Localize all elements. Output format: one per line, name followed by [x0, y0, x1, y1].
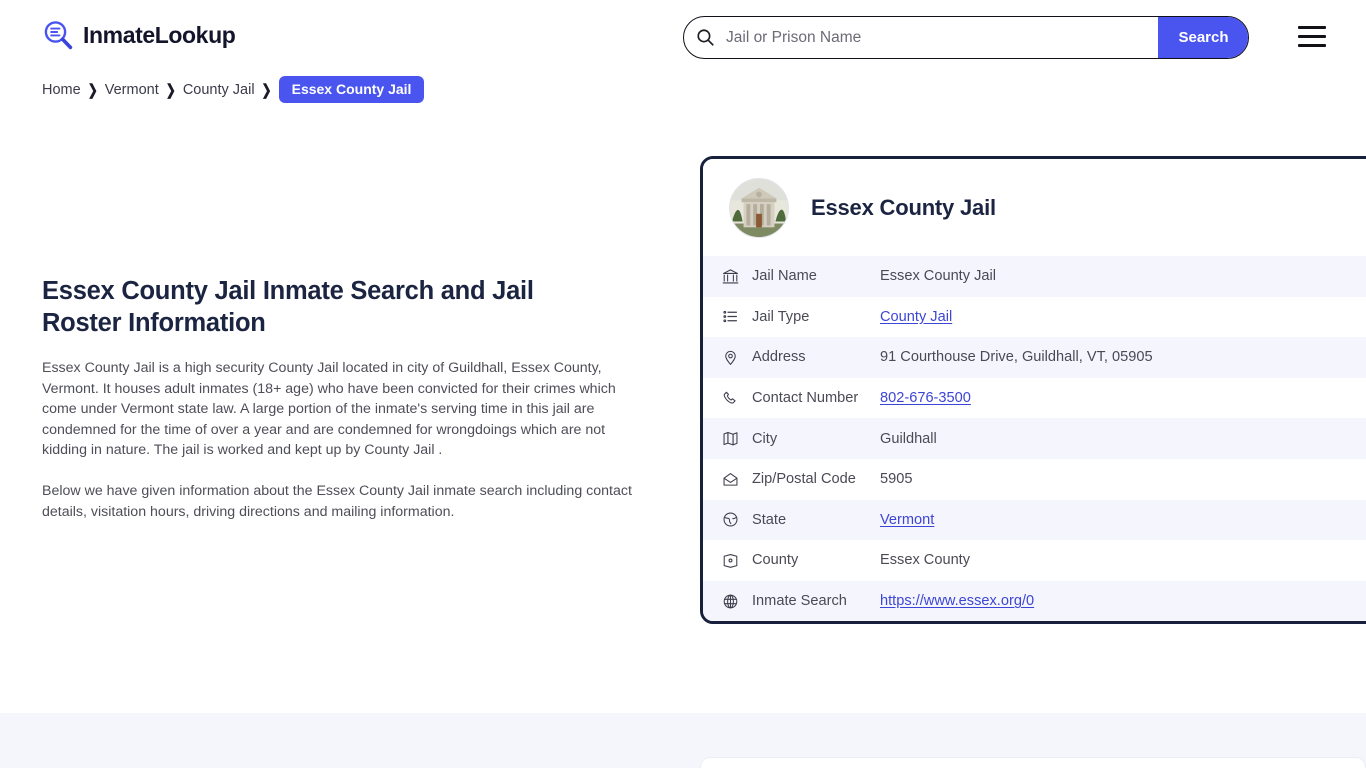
bottom-panel: [700, 757, 1366, 768]
row-value: Vermont: [880, 512, 1366, 528]
second-paragraph: Below we have given information about th…: [42, 483, 632, 520]
row-value: Essex County Jail: [880, 268, 996, 285]
search-bar[interactable]: Search: [683, 16, 1249, 59]
row-value: Essex County: [880, 552, 971, 569]
globe-solid-icon: [722, 510, 752, 530]
breadcrumb-item-vermont[interactable]: Vermont: [105, 82, 159, 98]
row-value: County Jail: [880, 309, 1366, 325]
jail-info-card: Essex County Jail Jail Name Essex County…: [700, 156, 1366, 625]
search-icon: [684, 17, 726, 58]
row-value: Guildhall: [880, 430, 937, 447]
breadcrumb-item-home[interactable]: Home: [42, 82, 81, 98]
card-header: Essex County Jail: [703, 159, 1366, 256]
hamburger-bar-3: [1298, 43, 1326, 47]
table-row: Zip/Postal Code 5905: [703, 458, 1366, 500]
row-value: 91 Courthouse Drive, Guildhall, VT, 0590…: [880, 349, 1153, 366]
contact-number-link[interactable]: 802-676-3500: [880, 390, 971, 406]
row-label: Inmate Search: [752, 593, 847, 610]
row-label: Zip/Postal Code: [752, 471, 856, 488]
row-value: 5905: [880, 471, 913, 488]
table-row: Contact Number 802-676-3500: [703, 377, 1366, 419]
hamburger-bar-1: [1298, 26, 1326, 30]
row-label: Jail Type: [752, 308, 810, 325]
search-button[interactable]: Search: [1158, 17, 1248, 58]
map-marked-icon: [722, 550, 752, 570]
magnifier-list-icon: [42, 19, 74, 51]
intro-paragraph: Essex County Jail is a high security Cou…: [42, 360, 616, 458]
inmate-search-link[interactable]: https://www.essex.org/0: [880, 593, 1034, 609]
chevron-right-icon-1: ❯: [87, 80, 98, 99]
courthouse-photo: [729, 178, 789, 238]
jail-type-link[interactable]: County Jail: [880, 309, 952, 325]
site-header: InmateLookup Search: [0, 0, 1366, 74]
breadcrumb: Home ❯ Vermont ❯ County Jail ❯ Essex Cou…: [42, 76, 425, 104]
row-label: Jail Name: [752, 268, 817, 285]
card-title: Essex County Jail: [811, 195, 996, 220]
bank-icon: [722, 266, 752, 286]
chevron-right-icon-2: ❯: [165, 80, 176, 99]
table-row: Jail Type County Jail: [703, 296, 1366, 338]
row-label: Address: [752, 349, 806, 366]
globe-grid-icon: [722, 591, 752, 611]
table-row: Address 91 Courthouse Drive, Guildhall, …: [703, 337, 1366, 378]
list-icon: [722, 307, 752, 327]
map-icon: [722, 429, 752, 449]
main-content-column: Essex County Jail Inmate Search and Jail…: [42, 275, 642, 522]
hamburger-icon[interactable]: [1298, 26, 1326, 47]
map-pin-icon: [722, 347, 752, 367]
row-value: 802-676-3500: [880, 390, 1366, 406]
table-row: City Guildhall: [703, 418, 1366, 459]
state-link[interactable]: Vermont: [880, 512, 934, 528]
table-row: County Essex County: [703, 540, 1366, 581]
jail-details-table: Jail Name Essex County Jail Jail Type Co…: [703, 256, 1366, 622]
row-label: County: [752, 552, 799, 569]
row-label: Contact Number: [752, 390, 859, 407]
row-label: City: [752, 430, 778, 447]
brand-logo-link[interactable]: InmateLookup: [42, 19, 236, 51]
page-title: Essex County Jail Inmate Search and Jail…: [42, 277, 534, 338]
table-row: Inmate Search https://www.essex.org/0: [703, 580, 1366, 622]
breadcrumb-item-county-jail[interactable]: County Jail: [183, 82, 255, 98]
chevron-right-icon-3: ❯: [261, 80, 272, 99]
phone-icon: [722, 388, 752, 408]
search-input[interactable]: [726, 18, 1158, 57]
table-row: Jail Name Essex County Jail: [703, 256, 1366, 297]
row-label: State: [752, 511, 787, 528]
row-value: https://www.essex.org/0: [880, 593, 1366, 609]
brand-name: InmateLookup: [83, 21, 236, 48]
breadcrumb-item-current: Essex County Jail: [278, 76, 425, 104]
table-row: State Vermont: [703, 499, 1366, 541]
envelope-icon: [722, 469, 752, 489]
hamburger-bar-2: [1298, 34, 1326, 39]
